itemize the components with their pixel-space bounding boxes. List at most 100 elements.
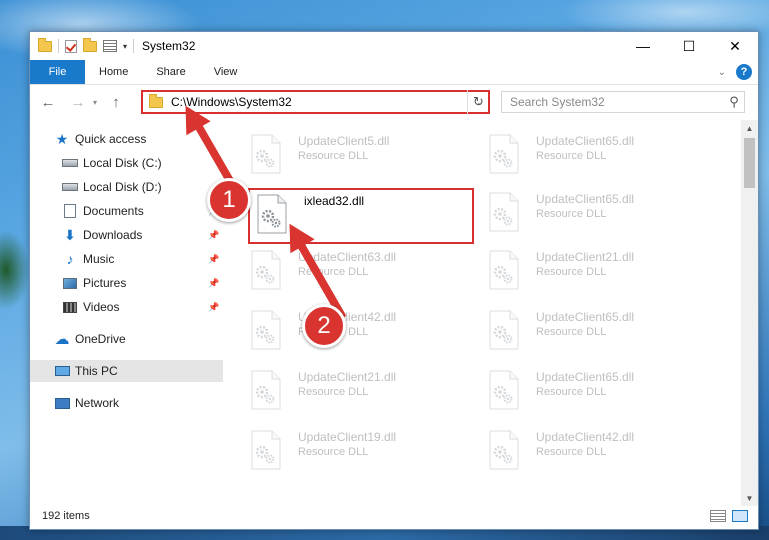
file-item[interactable]: UpdateClient5.dll Resource DLL xyxy=(248,128,478,178)
file-item[interactable]: UpdateClient21.dll Resource DLL xyxy=(248,364,478,414)
minimize-button[interactable]: — xyxy=(620,32,666,60)
file-name: UpdateClient65.dll xyxy=(536,310,635,324)
tab-file[interactable]: File xyxy=(30,60,85,84)
pin-icon[interactable]: 📌 xyxy=(208,254,219,265)
dll-file-icon xyxy=(489,250,519,290)
pin-icon[interactable]: 📌 xyxy=(208,278,219,289)
recent-locations-button[interactable]: ▾ xyxy=(88,98,102,107)
file-type: Resource DLL xyxy=(536,326,607,338)
pin-icon[interactable]: 📌 xyxy=(208,302,219,313)
dll-file-icon xyxy=(489,430,519,470)
folder-icon[interactable] xyxy=(38,37,52,52)
expand-ribbon-icon[interactable]: ⌄ xyxy=(718,67,726,78)
properties-check-icon[interactable] xyxy=(65,39,77,53)
sidebar-item-music[interactable]: ♪ Music 📌 xyxy=(30,248,223,270)
sidebar-item-network[interactable]: Network xyxy=(30,392,223,414)
sidebar-item-pictures[interactable]: Pictures 📌 xyxy=(30,272,223,294)
file-item[interactable]: UpdateClient21.dll Resource DLL xyxy=(486,244,716,294)
sidebar-item-label: OneDrive xyxy=(75,332,126,346)
sidebar-item-label: Pictures xyxy=(83,276,127,290)
sidebar-item-label: This PC xyxy=(75,364,118,378)
file-item[interactable]: UpdateClient42.dllResource DLL xyxy=(248,304,478,354)
vertical-scrollbar[interactable]: ▲ ▼ xyxy=(741,120,758,506)
dll-file-icon xyxy=(251,310,281,350)
window-controls: — ☐ ✕ xyxy=(620,32,758,60)
tab-home[interactable]: Home xyxy=(85,60,142,84)
forward-button[interactable]: → xyxy=(68,94,88,111)
ribbon-right-controls: ⌄ ? xyxy=(718,64,752,80)
file-item[interactable]: UpdateClient42.dllResource DLL xyxy=(486,424,716,474)
explorer-window: ▾ System32 — ☐ ✕ File Home Share View ⌄ … xyxy=(29,31,759,530)
folder-icon xyxy=(149,93,163,108)
dll-file-icon xyxy=(251,430,281,470)
disk-icon xyxy=(62,180,78,194)
file-item[interactable]: UpdateClient65.dll Resource DLL xyxy=(486,186,716,236)
file-type: Resource DLL xyxy=(536,266,607,278)
large-icons-view-icon[interactable] xyxy=(732,510,748,522)
customize-icon[interactable] xyxy=(103,40,117,52)
dll-file-icon xyxy=(251,370,281,410)
disk-icon xyxy=(62,156,78,170)
downloads-icon: ⬇ xyxy=(64,226,76,243)
file-name: UpdateClient65.dll xyxy=(536,134,635,148)
close-button[interactable]: ✕ xyxy=(712,32,758,60)
file-name: UpdateClient19.dll xyxy=(298,430,397,444)
file-list: UpdateClient5.dll Resource DLL UpdateClien… xyxy=(224,128,734,506)
this-pc-icon xyxy=(54,364,70,378)
status-bar: 192 items xyxy=(30,503,758,529)
dll-file-icon xyxy=(489,134,519,174)
window-title: System32 xyxy=(142,39,196,53)
file-item[interactable]: UpdateClient65.dll Resource DLL xyxy=(486,364,716,414)
details-view-icon[interactable] xyxy=(710,510,726,522)
pin-icon[interactable]: 📌 xyxy=(208,230,219,241)
address-path[interactable]: C:\Windows\System32 xyxy=(171,95,472,109)
help-icon[interactable]: ? xyxy=(736,64,752,80)
new-folder-icon[interactable] xyxy=(83,37,97,52)
documents-icon xyxy=(62,204,78,218)
file-item[interactable]: UpdateClient19.dll Resource DLL xyxy=(248,424,478,474)
scroll-thumb[interactable] xyxy=(744,138,755,188)
file-type: Resource DLL xyxy=(536,446,607,458)
search-icon[interactable]: ⚲ xyxy=(724,94,744,110)
sidebar-item-label: Quick access xyxy=(75,132,147,146)
tab-share[interactable]: Share xyxy=(142,60,199,84)
file-type: Resource DLL xyxy=(536,150,607,162)
maximize-button[interactable]: ☐ xyxy=(666,32,712,60)
pictures-icon xyxy=(62,276,78,290)
quick-access-toolbar: ▾ xyxy=(30,37,135,53)
dll-file-icon xyxy=(251,250,281,290)
navigation-bar: ← → ▾ ↑ C:\Windows\System32 ⌄ ↻ Search S… xyxy=(30,86,758,118)
sidebar-item-local-disk-d[interactable]: Local Disk (D:) xyxy=(30,176,223,198)
sidebar-item-local-disk-c[interactable]: Local Disk (C:) xyxy=(30,152,223,174)
sidebar-item-this-pc[interactable]: This PC xyxy=(30,360,223,382)
back-button[interactable]: ← xyxy=(38,94,58,111)
divider xyxy=(58,39,59,53)
navigation-pane: ★ Quick access Local Disk (C:) Local Dis… xyxy=(30,128,223,506)
refresh-button[interactable]: ↻ xyxy=(467,90,489,114)
file-type: Resource DLL xyxy=(298,150,369,162)
desktop-palm xyxy=(0,230,30,310)
title-bar: ▾ System32 — ☐ ✕ xyxy=(30,32,758,60)
sidebar-item-onedrive[interactable]: ☁ OneDrive xyxy=(30,328,223,350)
file-item[interactable]: UpdateClient63.dll Resource DLL xyxy=(248,244,478,294)
file-item[interactable]: UpdateClient65.dll Resource DLL xyxy=(486,128,716,178)
dll-file-icon xyxy=(489,310,519,350)
tab-view[interactable]: View xyxy=(200,60,252,84)
sidebar-item-downloads[interactable]: ⬇ Downloads 📌 xyxy=(30,224,223,246)
file-item[interactable]: UpdateClient65.dll Resource DLL xyxy=(486,304,716,354)
sidebar-item-videos[interactable]: Videos 📌 xyxy=(30,296,223,318)
sidebar-item-quick-access[interactable]: ★ Quick access xyxy=(30,128,223,150)
chevron-down-icon[interactable]: ▾ xyxy=(123,42,127,51)
search-input[interactable]: Search System32 xyxy=(510,95,724,109)
onedrive-icon: ☁ xyxy=(54,331,70,348)
step-2-badge: 2 xyxy=(302,304,346,348)
sidebar-item-documents[interactable]: Documents 📌 xyxy=(30,200,223,222)
dll-file-icon xyxy=(489,370,519,410)
up-button[interactable]: ↑ xyxy=(106,94,126,111)
file-name: UpdateClient5.dll xyxy=(298,134,390,148)
scroll-up-button[interactable]: ▲ xyxy=(741,120,758,136)
file-type: Resource DLL xyxy=(536,386,607,398)
file-name: UpdateClient65.dll xyxy=(536,192,635,206)
search-box[interactable]: Search System32 ⚲ xyxy=(501,91,745,113)
dll-file-icon xyxy=(489,192,519,232)
